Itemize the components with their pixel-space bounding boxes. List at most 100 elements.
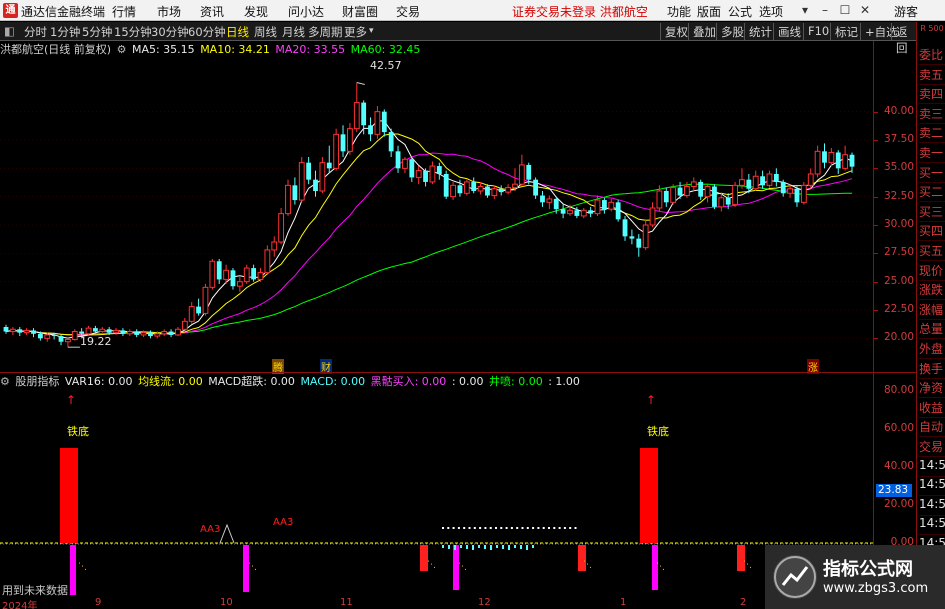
- teal-tick: [526, 545, 528, 550]
- menu-item-trade[interactable]: 交易: [396, 3, 420, 20]
- tab-period-weekly[interactable]: 周线: [254, 24, 277, 40]
- white-dot: [505, 527, 508, 529]
- toolbar-toggle-icon[interactable]: ◧: [4, 24, 15, 38]
- aa3-label-2: AA3: [273, 517, 294, 528]
- candle-body-down: [361, 102, 367, 126]
- teal-tick: [496, 545, 498, 548]
- menu-item-function[interactable]: 功能: [667, 3, 691, 20]
- tab-period-5min[interactable]: 5分钟: [82, 24, 112, 40]
- menu-item-wenxiaoda[interactable]: 问小达: [288, 3, 324, 20]
- side-panel-item[interactable]: 涨跌: [919, 281, 945, 301]
- side-panel-item[interactable]: 14:56: [919, 516, 945, 536]
- tab-period-multi[interactable]: 多周期: [308, 24, 343, 40]
- login-notice[interactable]: 证券交易未登录 洪都航空: [512, 3, 648, 20]
- side-panel-item[interactable]: 卖五: [919, 66, 945, 85]
- candle-body-down: [443, 174, 449, 197]
- side-panel-item[interactable]: 买五: [919, 242, 945, 261]
- candle-body-down: [134, 331, 140, 335]
- candle-body-up: [684, 185, 690, 197]
- candle-body-up: [278, 213, 285, 243]
- panel-top-label[interactable]: R 500: [919, 24, 945, 33]
- candle-body-down: [148, 332, 153, 337]
- side-panel-item[interactable]: 买二: [919, 183, 945, 203]
- menu-item-fortune[interactable]: 财富圈: [342, 3, 378, 20]
- mark-button[interactable]: 标记: [830, 23, 862, 40]
- candle-body-up: [181, 320, 188, 330]
- close-icon[interactable]: ✕: [857, 2, 873, 18]
- tab-period-15min[interactable]: 15分钟: [114, 24, 152, 40]
- side-panel-item[interactable]: 卖三: [919, 105, 945, 124]
- candle-body-down: [540, 195, 545, 203]
- candle-body-up: [415, 170, 422, 178]
- tab-period-timeshare[interactable]: 分时: [24, 24, 47, 40]
- menu-item-market[interactable]: 行情: [112, 3, 136, 20]
- date-label-dec: 12: [478, 597, 491, 608]
- tab-period-daily[interactable]: 日线: [226, 24, 249, 40]
- side-panel-item[interactable]: 总量: [919, 320, 945, 340]
- menu-item-options[interactable]: 选项: [759, 3, 783, 20]
- candle-body-down: [794, 188, 800, 203]
- side-panel-item[interactable]: 买四: [919, 222, 945, 242]
- side-panel-item[interactable]: 买一: [919, 164, 945, 183]
- white-dot: [563, 527, 566, 529]
- tab-period-monthly[interactable]: 月线: [282, 24, 305, 40]
- side-panel-item[interactable]: 卖一: [919, 144, 945, 163]
- teal-tick: [472, 545, 474, 550]
- side-panel-item[interactable]: 外盘: [919, 340, 945, 359]
- candle-body-down: [37, 333, 43, 339]
- candle-body-up: [85, 327, 92, 335]
- side-panel-item[interactable]: 14:56: [919, 477, 945, 497]
- menu-item-formula[interactable]: 公式: [728, 3, 752, 20]
- side-panel-item[interactable]: 自动: [919, 418, 945, 438]
- side-panel-item[interactable]: 14:56: [919, 497, 945, 516]
- up-arrow-icon: ↑: [66, 393, 77, 407]
- menu-item-exchange[interactable]: 市场: [157, 3, 181, 20]
- date-label-feb: 2: [740, 597, 747, 608]
- tab-period-more[interactable]: 更多: [344, 24, 367, 40]
- statistics-button[interactable]: 统计: [744, 23, 776, 40]
- candle-body-up: [512, 183, 518, 189]
- side-panel-item[interactable]: 换手: [919, 360, 945, 379]
- side-panel-item[interactable]: 净资: [919, 379, 945, 399]
- white-dot: [457, 527, 460, 529]
- more-chevron-icon[interactable]: ▾: [369, 26, 374, 36]
- candle-body-down: [533, 179, 539, 196]
- guest-label[interactable]: 游客: [894, 3, 918, 20]
- side-panel-item[interactable]: 委比: [919, 46, 945, 65]
- menu-item-discover[interactable]: 发现: [244, 3, 268, 20]
- candle-body-down: [196, 306, 201, 314]
- side-panel-item[interactable]: 交易: [919, 438, 945, 457]
- price-chart[interactable]: 洪都航空(日线 前复权) ⚙ MA5: 35.15 MA10: 34.21 MA…: [0, 41, 873, 374]
- indicator-chart[interactable]: ⚙ 股朋指标 VAR16: 0.00 均线流: 0.00 MACD超跌: 0.0…: [0, 373, 873, 609]
- side-panel-item[interactable]: 现价: [919, 262, 945, 281]
- candle-body-up: [298, 162, 305, 201]
- tiedi-bar-1: [60, 448, 78, 543]
- side-panel-item[interactable]: 涨幅: [919, 301, 945, 320]
- teal-tick: [520, 545, 522, 549]
- draw-line-button[interactable]: 画线: [773, 23, 805, 40]
- maximize-icon[interactable]: ☐: [837, 2, 853, 18]
- tab-period-60min[interactable]: 60分钟: [188, 24, 226, 40]
- candle-body-up: [732, 184, 738, 206]
- side-panel-item[interactable]: 卖二: [919, 124, 945, 144]
- white-dot: [479, 527, 482, 529]
- tab-period-30min[interactable]: 30分钟: [151, 24, 189, 40]
- white-dot: [537, 527, 540, 529]
- back-button[interactable]: 返回: [891, 23, 916, 55]
- f10-button[interactable]: F10: [803, 23, 833, 40]
- side-panel-item[interactable]: 14:56: [919, 458, 945, 477]
- date-label-oct: 10: [220, 597, 233, 608]
- menu-dropdown-icon[interactable]: ▾: [797, 2, 813, 18]
- side-panel-item[interactable]: 买三: [919, 203, 945, 222]
- menu-item-layout[interactable]: 版面: [697, 3, 721, 20]
- menu-item-news[interactable]: 资讯: [200, 3, 224, 20]
- side-panel-item[interactable]: 卖四: [919, 85, 945, 105]
- price-y-tick-mark: [874, 196, 878, 198]
- minimize-icon[interactable]: –: [817, 2, 833, 18]
- tab-period-1min[interactable]: 1分钟: [50, 24, 80, 40]
- candle-body-down: [340, 134, 346, 152]
- bar-note-glyph: ⋱: [743, 560, 752, 570]
- side-panel-item[interactable]: 收益: [919, 399, 945, 418]
- tiedi-label-1: 铁底: [67, 425, 89, 438]
- candle-body-up: [71, 331, 78, 340]
